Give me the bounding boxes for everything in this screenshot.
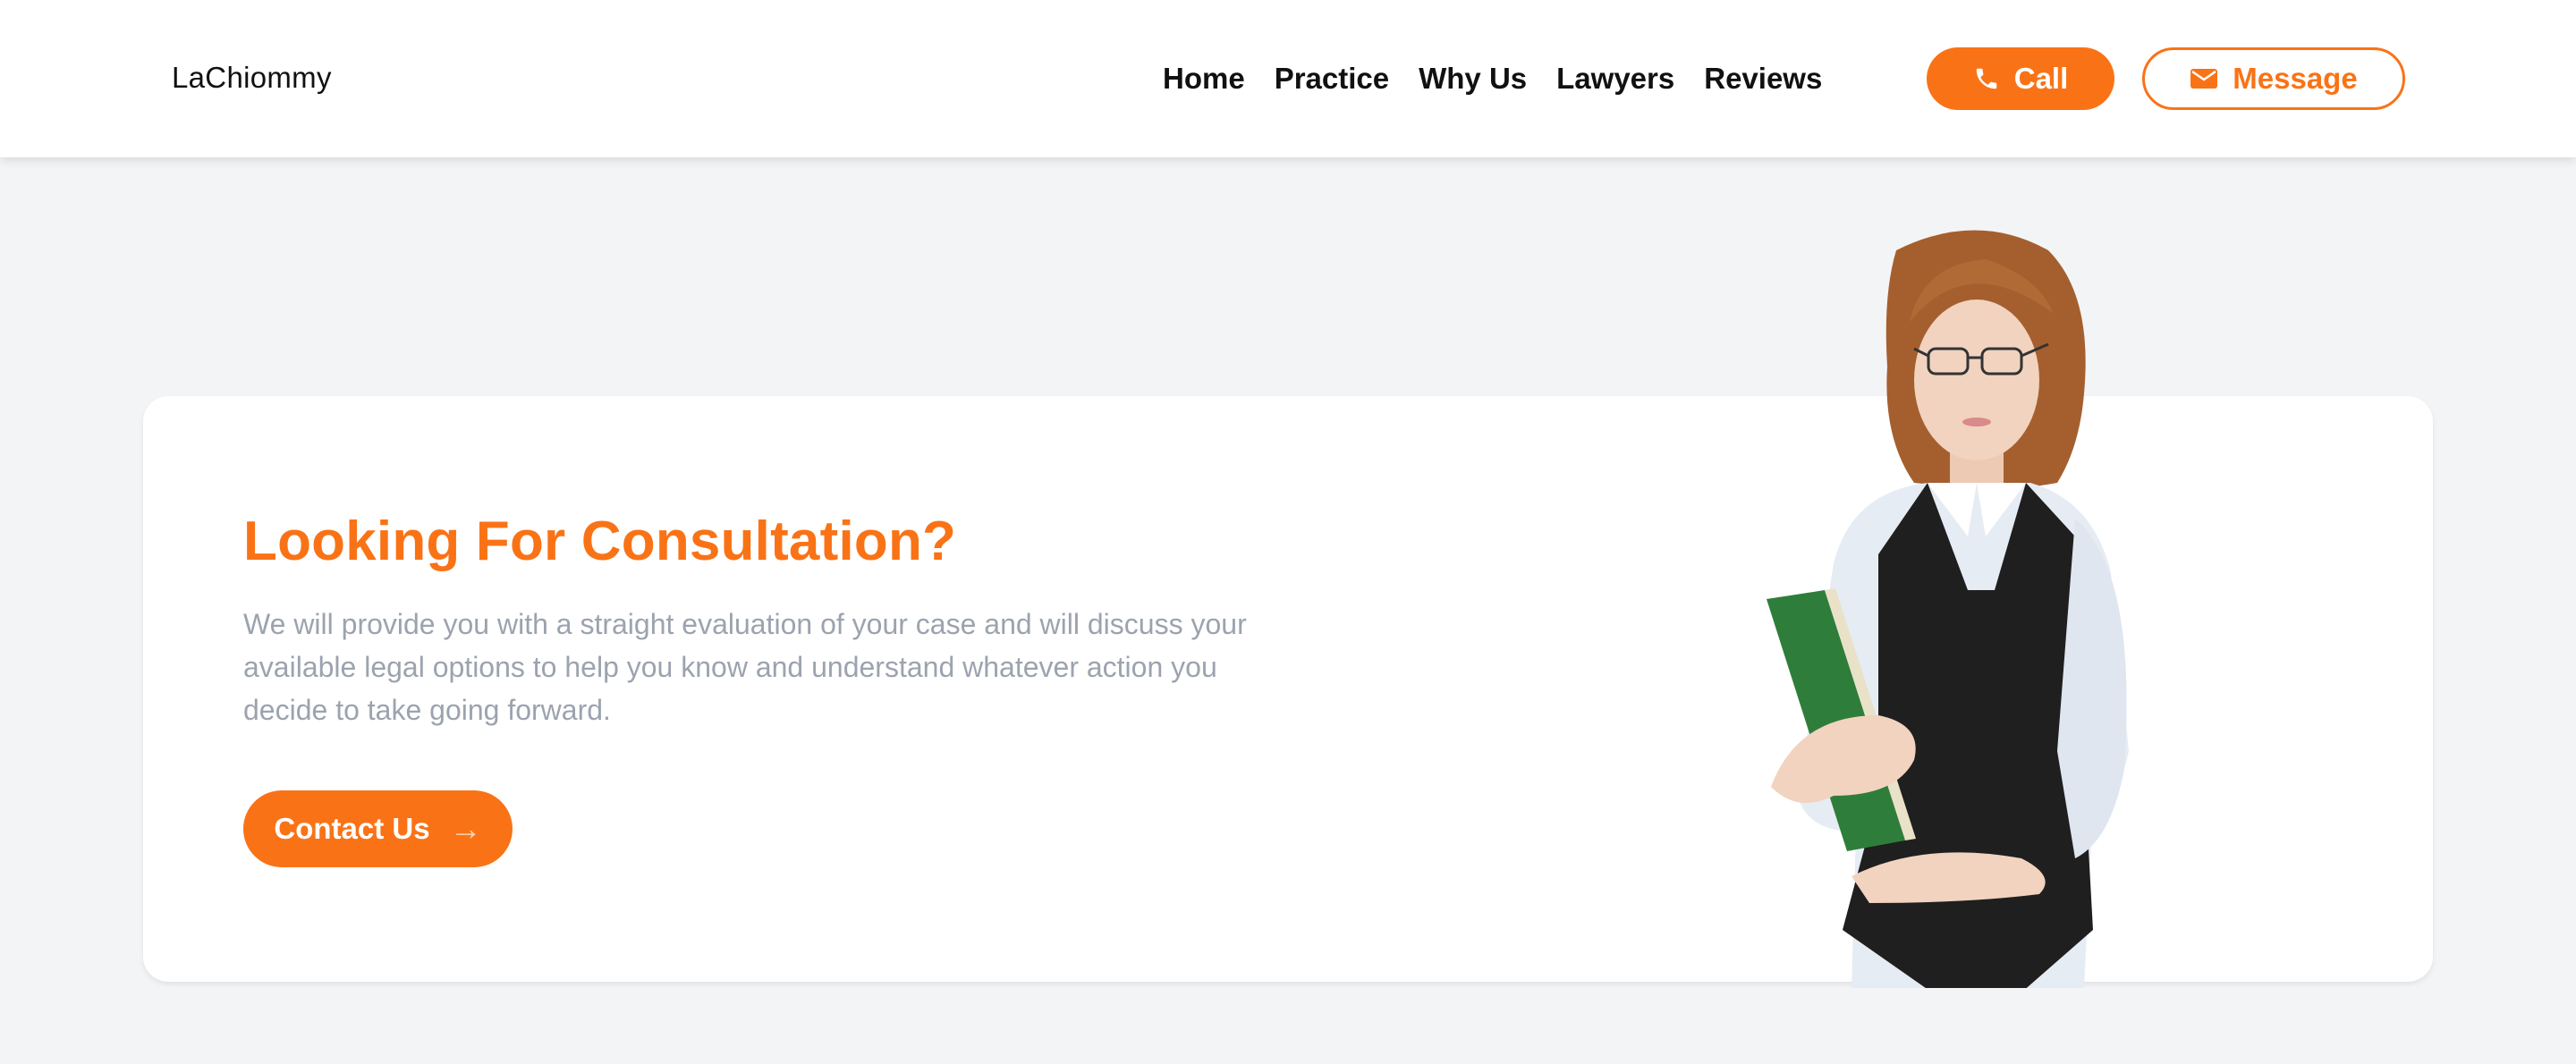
message-button[interactable]: Message	[2142, 47, 2405, 110]
nav-reviews[interactable]: Reviews	[1704, 59, 1822, 98]
call-label: Call	[2013, 62, 2069, 95]
site-header: LaChiommy Home Practice Why Us Lawyers R…	[0, 0, 2576, 157]
message-label: Message	[2233, 62, 2358, 95]
nav-home[interactable]: Home	[1163, 59, 1245, 98]
nav-why-us[interactable]: Why Us	[1419, 59, 1527, 98]
main-nav: Home Practice Why Us Lawyers Reviews	[1163, 59, 1852, 98]
logo[interactable]: LaChiommy	[172, 61, 332, 95]
contact-us-label: Contact Us	[274, 812, 430, 845]
lawyer-photo	[1767, 230, 2129, 988]
contact-us-button[interactable]: Contact Us →	[243, 790, 513, 867]
arrow-right-icon: →	[449, 810, 482, 847]
nav-practice[interactable]: Practice	[1275, 59, 1389, 98]
consultation-description: We will provide you with a straight eval…	[243, 608, 1247, 726]
call-button[interactable]: Call	[1927, 47, 2114, 110]
phone-icon	[1976, 68, 1996, 89]
envelope-icon	[2190, 69, 2218, 89]
nav-lawyers[interactable]: Lawyers	[1556, 59, 1674, 98]
consultation-title: Looking For Consultation?	[243, 511, 957, 572]
